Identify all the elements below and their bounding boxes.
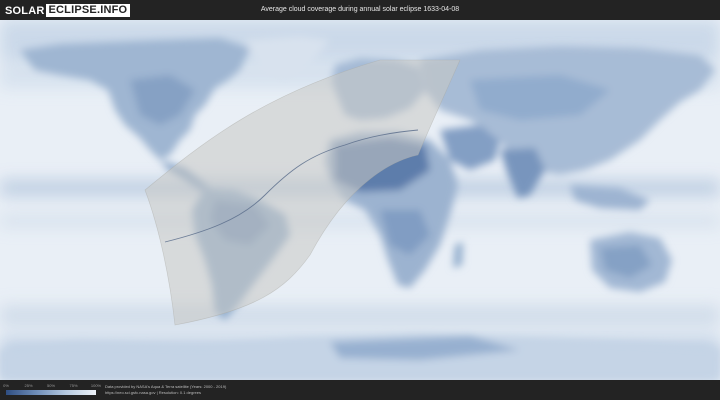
legend-tick-label: 100% (90, 383, 102, 388)
legend-labels: 0% 25% 50% 75% 100% (3, 383, 101, 389)
logo-text-eclipse-info: ECLIPSE.INFO (45, 4, 131, 17)
header-bar: SOLAR ECLIPSE.INFO Average cloud coverag… (0, 0, 720, 20)
cloud-coverage-legend-bar (6, 390, 96, 395)
legend-tick-label: 50% (46, 383, 56, 388)
cloud-coverage-map (0, 20, 720, 380)
logo-text-solar: SOLAR (5, 4, 45, 17)
data-source-link[interactable]: https://neo.sci.gsfc.nasa.gov | Resoluti… (105, 390, 201, 396)
site-logo[interactable]: SOLAR ECLIPSE.INFO (5, 4, 131, 17)
legend-tick-label: 75% (69, 383, 78, 388)
legend-tick-label: 25% (24, 383, 33, 388)
legend-tick-label: 0% (3, 383, 9, 388)
page-title: Average cloud coverage during annual sol… (260, 6, 460, 13)
